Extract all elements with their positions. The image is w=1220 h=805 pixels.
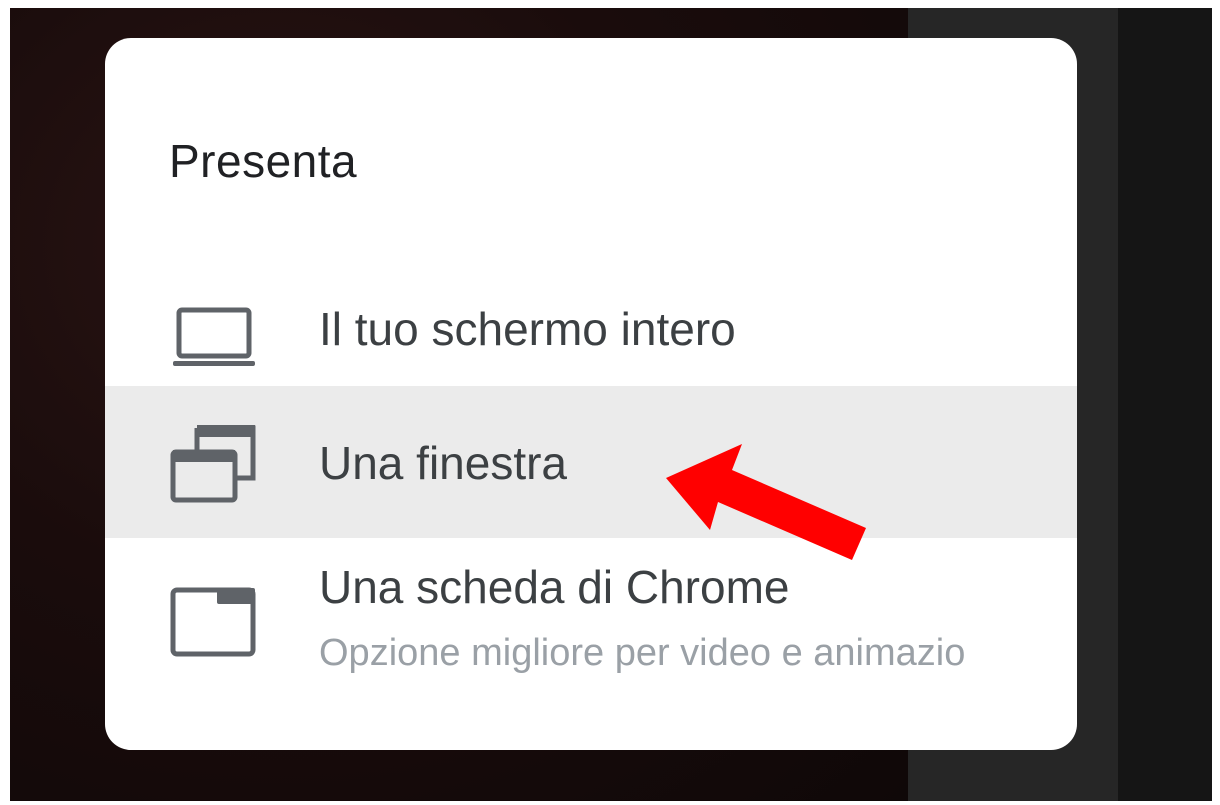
option-chrome-tab[interactable]: Una scheda di Chrome Opzione migliore pe… [105, 538, 1077, 708]
dialog-title: Presenta [169, 135, 358, 187]
present-dialog: Presenta Il tuo schermo intero Una fines… [105, 38, 1077, 750]
option-window[interactable]: Una finestra [105, 386, 1077, 538]
laptop-icon [167, 306, 261, 375]
option-entire-screen[interactable]: Il tuo schermo intero [105, 278, 1077, 386]
window-icon [167, 422, 261, 511]
screenshot-frame: Presenta Il tuo schermo intero Una fines… [0, 0, 1220, 805]
red-arrow-annotation [666, 444, 866, 560]
option-label: Il tuo schermo intero [319, 303, 736, 355]
right-panel [1118, 8, 1212, 801]
option-sublabel: Opzione migliore per video e animazio [319, 632, 966, 674]
option-label: Una finestra [319, 437, 568, 489]
tab-icon [167, 580, 261, 669]
